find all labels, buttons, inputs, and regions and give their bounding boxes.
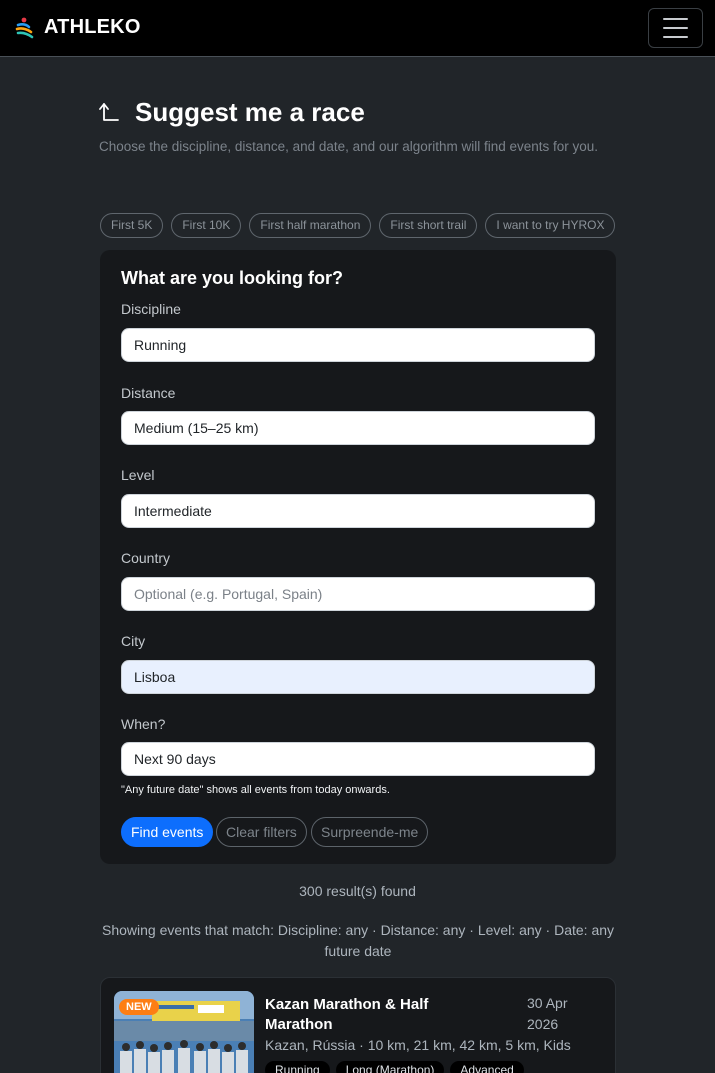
date-hint: "Any future date" shows all events from … bbox=[121, 784, 390, 796]
event-title[interactable]: Kazan Marathon & Half Marathon bbox=[265, 995, 490, 1035]
distance-label: Distance bbox=[121, 385, 176, 401]
level-label: Level bbox=[121, 467, 155, 483]
form-title: What are you looking for? bbox=[121, 268, 344, 288]
distance-select[interactable]: Medium (15–25 km) bbox=[121, 411, 595, 445]
results-filter-summary: Showing events that match: Discipline: a… bbox=[101, 922, 615, 959]
event-tag: Advanced bbox=[450, 1061, 524, 1073]
city-label: City bbox=[121, 633, 146, 649]
athleko-logo-icon bbox=[15, 17, 34, 38]
when-select[interactable]: Next 90 days bbox=[121, 742, 595, 776]
clear-filters-button[interactable]: Clear filters bbox=[216, 817, 307, 847]
brand-link[interactable]: ATHLEKO bbox=[15, 16, 141, 39]
chip-try-hyrox[interactable]: I want to try HYROX bbox=[485, 213, 616, 238]
chip-first-short-trail[interactable]: First short trail bbox=[379, 213, 478, 238]
city-input[interactable]: Lisboa bbox=[121, 660, 595, 694]
quick-pick-chips: First 5K First 10K First half marathon F… bbox=[100, 213, 616, 238]
turn-left-up-arrow-icon bbox=[99, 103, 119, 121]
new-badge: NEW bbox=[119, 999, 159, 1015]
results-count: 300 result(s) found bbox=[299, 883, 416, 899]
event-tags: Running Long (Marathon) Advanced bbox=[265, 1061, 524, 1073]
search-form-card: What are you looking for? Discipline Run… bbox=[100, 250, 616, 864]
surprise-me-button[interactable]: Surpreende-me bbox=[311, 817, 429, 847]
country-label: Country bbox=[121, 550, 171, 566]
event-date: 30 Apr 2026 bbox=[527, 995, 568, 1032]
when-label: When? bbox=[121, 716, 166, 732]
chip-first-10k[interactable]: First 10K bbox=[171, 213, 242, 238]
event-location: Kazan, Rússia · 10 km, 21 km, 42 km, 5 k… bbox=[265, 1037, 571, 1053]
page-subtitle: Choose the discipline, distance, and dat… bbox=[99, 139, 599, 154]
hamburger-menu-icon bbox=[663, 18, 688, 20]
event-tag: Running bbox=[265, 1061, 330, 1073]
chip-first-half-marathon[interactable]: First half marathon bbox=[249, 213, 372, 238]
country-input[interactable]: Optional (e.g. Portugal, Spain) bbox=[121, 577, 595, 611]
event-card[interactable]: NEW Kazan Marathon & Half Marathon 30 Ap… bbox=[100, 977, 616, 1073]
discipline-label: Discipline bbox=[121, 301, 181, 317]
navbar: ATHLEKO bbox=[0, 0, 715, 57]
find-events-button[interactable]: Find events bbox=[121, 817, 214, 847]
chip-first-5k[interactable]: First 5K bbox=[100, 213, 164, 238]
event-tag: Long (Marathon) bbox=[335, 1061, 445, 1073]
page-title: Suggest me a race bbox=[135, 97, 365, 127]
brand-name: ATHLEKO bbox=[44, 16, 141, 38]
discipline-select[interactable]: Running bbox=[121, 328, 595, 362]
level-select[interactable]: Intermediate bbox=[121, 494, 595, 528]
menu-toggle-button[interactable] bbox=[648, 8, 703, 48]
